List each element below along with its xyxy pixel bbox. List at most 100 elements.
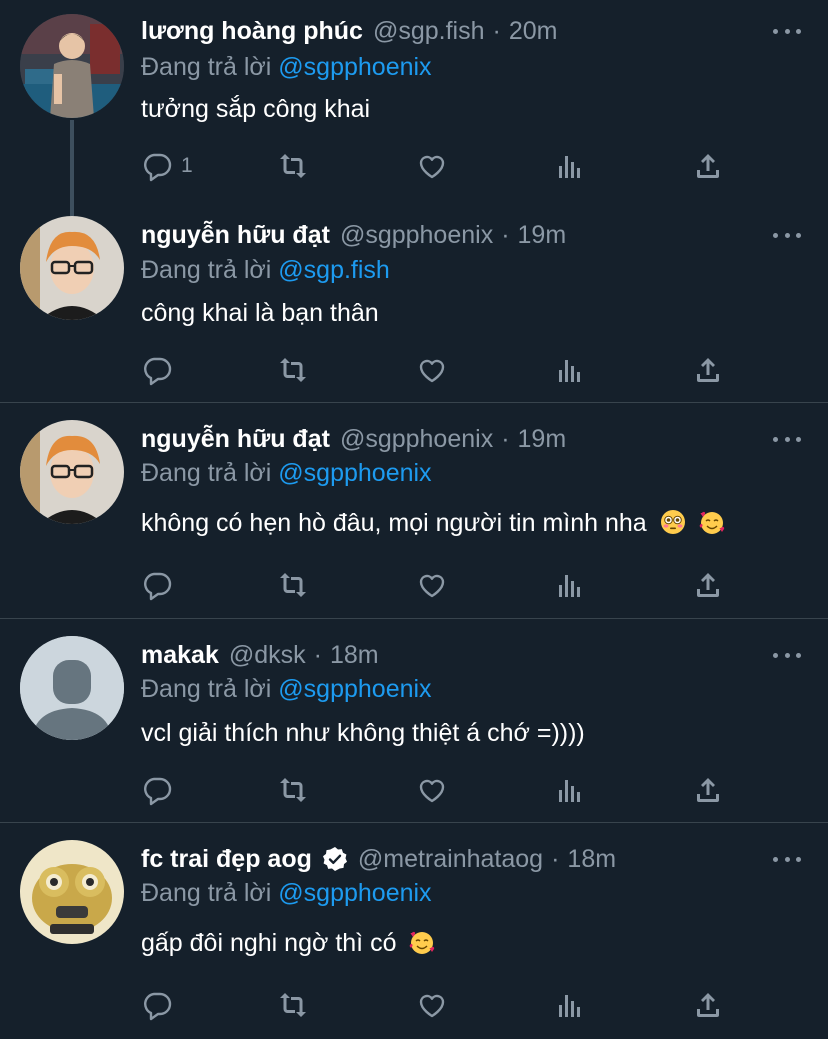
replying-to-mention[interactable]: @sgp.fish [278, 256, 390, 284]
retweet-button[interactable] [277, 568, 309, 602]
author-handle[interactable]: @sgp.fish [373, 13, 485, 49]
more-icon[interactable] [770, 645, 804, 665]
tweet-text-content: không có hẹn hò đâu, mọi người tin mình … [141, 509, 647, 537]
author-name[interactable]: nguyễn hữu đạt [141, 421, 330, 457]
avatar[interactable] [20, 636, 124, 740]
replying-to-line: Đang trả lời @sgpphoenix [141, 50, 432, 84]
reply-count: 1 [181, 154, 193, 177]
timestamp[interactable]: 19m [518, 421, 567, 457]
separator-dot: · [501, 425, 510, 453]
tweet-actions [0, 353, 828, 387]
separator-dot: · [492, 17, 501, 45]
author-name[interactable]: fc trai đẹp aog [141, 841, 312, 877]
timestamp[interactable]: 18m [330, 637, 379, 673]
share-button[interactable] [692, 988, 724, 1022]
avatar[interactable] [20, 14, 124, 118]
reply-button[interactable] [141, 568, 181, 602]
analytics-icon [559, 360, 580, 382]
tweet-header: lương hoàng phúc @sgp.fish · 20m [141, 13, 557, 49]
like-button[interactable] [416, 149, 448, 183]
like-button[interactable] [416, 568, 448, 602]
tweet-header: fc trai đẹp aog @metrainhataog · 18m [141, 841, 616, 877]
share-icon [697, 573, 719, 597]
replying-to-label: Đang trả lời [141, 675, 272, 703]
replying-to-mention[interactable]: @sgpphoenix [278, 459, 431, 487]
separator-dot: · [313, 641, 322, 669]
more-icon[interactable] [770, 429, 804, 449]
more-icon[interactable] [770, 849, 804, 869]
share-button[interactable] [692, 773, 724, 807]
like-button[interactable] [416, 773, 448, 807]
analytics-button[interactable] [555, 773, 587, 807]
retweet-button[interactable] [277, 773, 309, 807]
replying-to-mention[interactable]: @sgpphoenix [278, 675, 431, 703]
author-name[interactable]: makak [141, 637, 219, 673]
analytics-button[interactable] [555, 149, 587, 183]
smiling-face-with-hearts-emoji [699, 509, 725, 535]
retweet-button[interactable] [277, 149, 309, 183]
reply-button[interactable] [141, 988, 181, 1022]
tweet-text: công khai là bạn thân [141, 299, 379, 327]
timestamp[interactable]: 19m [518, 217, 567, 253]
replying-to-label: Đang trả lời [141, 459, 272, 487]
tweet[interactable]: makak @dksk · 18m Đang trả lời @sgpphoen… [0, 619, 828, 822]
tweet[interactable]: nguyễn hữu đạt @sgpphoenix · 19m Đang tr… [0, 403, 828, 618]
analytics-button[interactable] [555, 988, 587, 1022]
like-icon [419, 779, 445, 803]
reply-button[interactable]: 1 [141, 149, 193, 183]
avatar-photo [20, 840, 124, 944]
tweet-actions [0, 568, 828, 602]
reply-icon [144, 357, 172, 386]
reply-button[interactable] [141, 773, 181, 807]
replying-to-mention[interactable]: @sgpphoenix [278, 879, 431, 907]
tweet-text: gấp đôi nghi ngờ thì có [141, 926, 435, 960]
replying-to-line: Đang trả lời @sgpphoenix [141, 456, 432, 490]
like-button[interactable] [416, 353, 448, 387]
author-name[interactable]: lương hoàng phúc [141, 13, 363, 49]
avatar[interactable] [20, 840, 124, 944]
share-button[interactable] [692, 149, 724, 183]
replying-to-line: Đang trả lời @sgpphoenix [141, 876, 432, 910]
replying-to-line: Đang trả lời @sgp.fish [141, 253, 390, 287]
analytics-button[interactable] [555, 568, 587, 602]
tweet-actions [0, 988, 828, 1022]
timestamp[interactable]: 18m [567, 841, 616, 877]
replying-to-label: Đang trả lời [141, 879, 272, 907]
verified-badge-icon [322, 846, 348, 872]
author-handle[interactable]: @sgpphoenix [340, 421, 493, 457]
avatar-photo [20, 14, 124, 118]
share-button[interactable] [692, 568, 724, 602]
tweet[interactable]: nguyễn hữu đạt @sgpphoenix · 19m Đang tr… [0, 204, 828, 402]
flushed-face-emoji [660, 509, 686, 535]
author-handle[interactable]: @dksk [229, 637, 306, 673]
like-button[interactable] [416, 988, 448, 1022]
tweet[interactable]: lương hoàng phúc @sgp.fish · 20m Đang tr… [0, 0, 828, 204]
avatar[interactable] [20, 420, 124, 524]
author-name[interactable]: nguyễn hữu đạt [141, 217, 330, 253]
tweet[interactable]: fc trai đẹp aog @metrainhataog · 18m Đan… [0, 823, 828, 1039]
retweet-button[interactable] [277, 353, 309, 387]
reply-icon [144, 777, 172, 806]
author-handle[interactable]: @metrainhataog [358, 841, 543, 877]
retweet-icon [280, 358, 306, 382]
separator-dot: · [551, 845, 560, 873]
share-button[interactable] [692, 353, 724, 387]
more-icon[interactable] [770, 225, 804, 245]
like-icon [419, 994, 445, 1018]
like-icon [419, 155, 445, 179]
analytics-icon [559, 156, 580, 178]
default-avatar-icon [20, 636, 124, 740]
more-icon[interactable] [770, 21, 804, 41]
analytics-button[interactable] [555, 353, 587, 387]
retweet-button[interactable] [277, 988, 309, 1022]
retweet-icon [280, 993, 306, 1017]
timestamp[interactable]: 20m [509, 13, 558, 49]
reply-button[interactable] [141, 353, 181, 387]
author-handle[interactable]: @sgpphoenix [340, 217, 493, 253]
replying-to-mention[interactable]: @sgpphoenix [278, 53, 431, 81]
share-icon [697, 154, 719, 178]
retweet-icon [280, 778, 306, 802]
avatar[interactable] [20, 216, 124, 320]
reply-icon [144, 992, 172, 1021]
tweet-text: tưởng sắp công khai [141, 95, 371, 123]
